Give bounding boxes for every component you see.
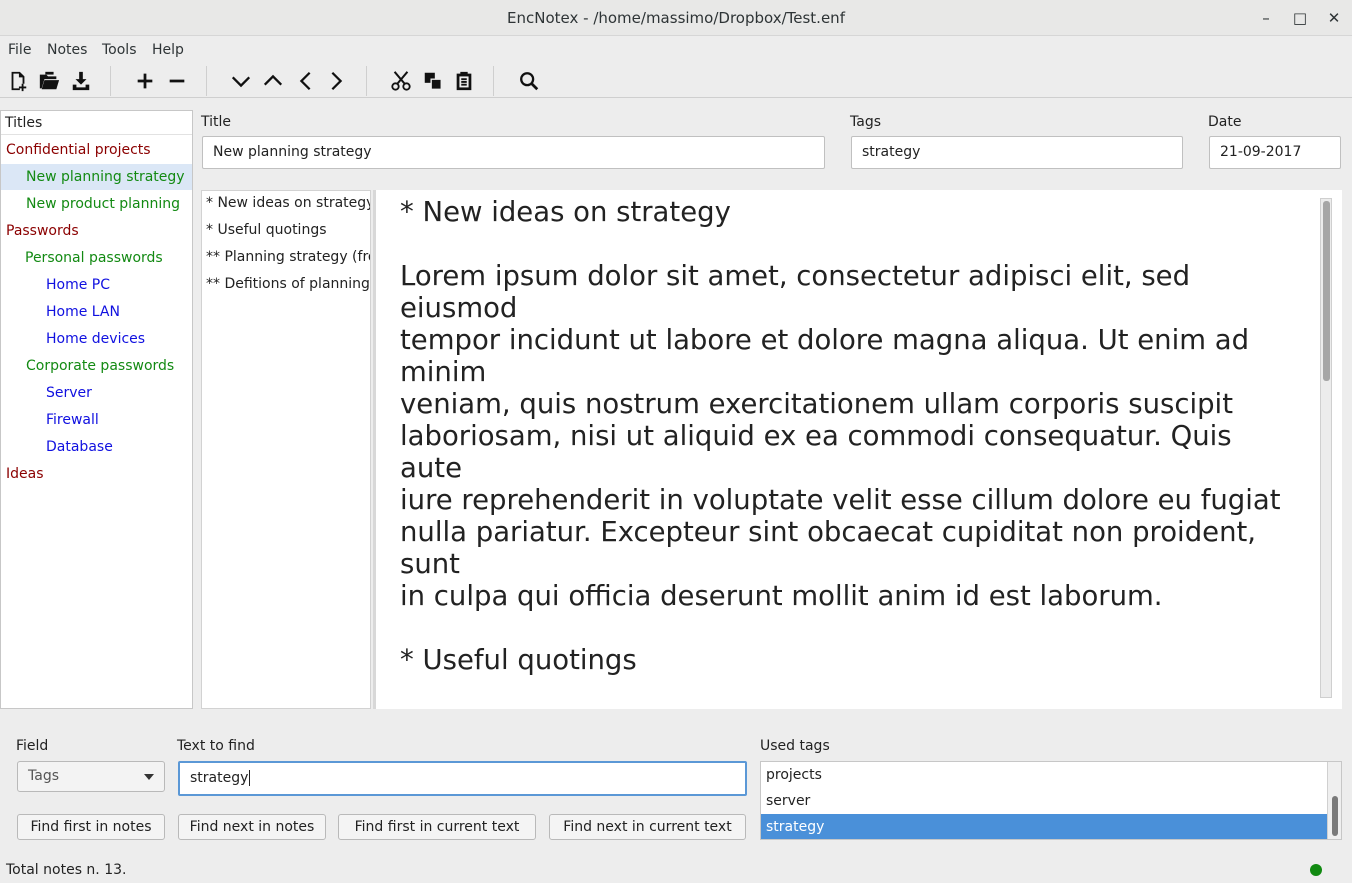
tree-item-new-product-planning[interactable]: New product planning	[1, 191, 192, 217]
note-text[interactable]: * New ideas on strategy Lorem ipsum dolo…	[400, 196, 1300, 709]
tree-item-ideas[interactable]: Ideas	[1, 461, 192, 487]
used-tags-list[interactable]: projects server strategy	[760, 761, 1342, 840]
tree-item-home-pc[interactable]: Home PC	[1, 272, 192, 298]
open-file-icon[interactable]	[36, 68, 62, 94]
tree-item-database[interactable]: Database	[1, 434, 192, 460]
outline-item[interactable]: ** Defitions of planning strategy	[206, 276, 370, 292]
move-up-icon[interactable]	[260, 68, 286, 94]
save-file-icon[interactable]	[68, 68, 94, 94]
tree-item-personal-passwords[interactable]: Personal passwords	[1, 245, 192, 271]
maximize-button[interactable]: □	[1290, 8, 1310, 28]
tree-item-server[interactable]: Server	[1, 380, 192, 406]
field-select-value: Tags	[28, 768, 59, 784]
move-down-icon[interactable]	[228, 68, 254, 94]
tree-item-passwords[interactable]: Passwords	[1, 218, 192, 244]
outline-item[interactable]: * Useful quotings	[206, 222, 370, 238]
used-tags-scrollbar[interactable]	[1327, 762, 1341, 839]
tree-item-home-lan[interactable]: Home LAN	[1, 299, 192, 325]
window-titlebar: EncNotex - /home/massimo/Dropbox/Test.en…	[0, 0, 1352, 36]
add-icon[interactable]	[132, 68, 158, 94]
used-tags-label: Used tags	[760, 738, 830, 754]
find-first-in-notes-button[interactable]: Find first in notes	[17, 814, 165, 840]
used-tag-item[interactable]: server	[761, 788, 1329, 814]
tree-item-firewall[interactable]: Firewall	[1, 407, 192, 433]
tags-label: Tags	[850, 114, 881, 130]
chevron-down-icon	[144, 774, 154, 780]
title-field[interactable]: New planning strategy	[202, 136, 825, 169]
menu-bar: File Notes Tools Help	[0, 36, 1352, 64]
remove-icon[interactable]	[164, 68, 190, 94]
text-to-find-value: strategy	[190, 770, 249, 786]
notes-tree[interactable]: Titles Confidential projects New plannin…	[0, 110, 193, 709]
tags-field[interactable]: strategy	[851, 136, 1183, 169]
field-label: Field	[16, 738, 49, 754]
tree-item-new-planning-strategy[interactable]: New planning strategy	[1, 164, 192, 190]
search-icon[interactable]	[516, 68, 542, 94]
paste-icon[interactable]	[451, 68, 477, 94]
title-label: Title	[201, 114, 232, 130]
date-label: Date	[1208, 114, 1242, 130]
minimize-button[interactable]: –	[1256, 8, 1276, 28]
window-title: EncNotex - /home/massimo/Dropbox/Test.en…	[507, 9, 845, 27]
tree-item-confidential-projects[interactable]: Confidential projects	[1, 137, 192, 163]
close-button[interactable]: ✕	[1324, 8, 1344, 28]
outline-item[interactable]: * New ideas on strategy	[206, 195, 370, 211]
copy-icon[interactable]	[420, 68, 446, 94]
new-file-icon[interactable]	[5, 68, 31, 94]
tree-header: Titles	[1, 111, 192, 135]
move-right-icon[interactable]	[323, 68, 349, 94]
date-field[interactable]: 21-09-2017	[1209, 136, 1341, 169]
tree-item-home-devices[interactable]: Home devices	[1, 326, 192, 352]
tree-item-corporate-passwords[interactable]: Corporate passwords	[1, 353, 192, 379]
find-next-in-current-text-button[interactable]: Find next in current text	[549, 814, 746, 840]
move-left-icon[interactable]	[293, 68, 319, 94]
cut-icon[interactable]	[388, 68, 414, 94]
outline-list[interactable]: * New ideas on strategy * Useful quoting…	[201, 190, 371, 709]
menu-file[interactable]: File	[8, 42, 31, 58]
used-tag-item[interactable]: projects	[761, 762, 1329, 788]
note-editor[interactable]: * New ideas on strategy Lorem ipsum dolo…	[373, 190, 1342, 709]
find-first-in-current-text-button[interactable]: Find first in current text	[338, 814, 536, 840]
used-tags-scrollbar-thumb[interactable]	[1332, 796, 1338, 836]
status-text: Total notes n. 13.	[6, 862, 127, 878]
menu-tools[interactable]: Tools	[102, 42, 137, 58]
status-indicator	[1310, 864, 1322, 876]
used-tag-item-selected[interactable]: strategy	[761, 814, 1329, 839]
field-select[interactable]: Tags	[17, 761, 165, 792]
menu-help[interactable]: Help	[152, 42, 184, 58]
outline-item[interactable]: ** Planning strategy (from Wikipedia)	[206, 249, 370, 265]
editor-scrollbar[interactable]	[1320, 198, 1332, 698]
toolbar	[0, 64, 1352, 98]
editor-scrollbar-thumb[interactable]	[1323, 201, 1330, 381]
text-to-find-label: Text to find	[177, 738, 255, 754]
menu-notes[interactable]: Notes	[47, 42, 87, 58]
find-next-in-notes-button[interactable]: Find next in notes	[178, 814, 326, 840]
text-to-find-input[interactable]: strategy	[178, 761, 747, 796]
